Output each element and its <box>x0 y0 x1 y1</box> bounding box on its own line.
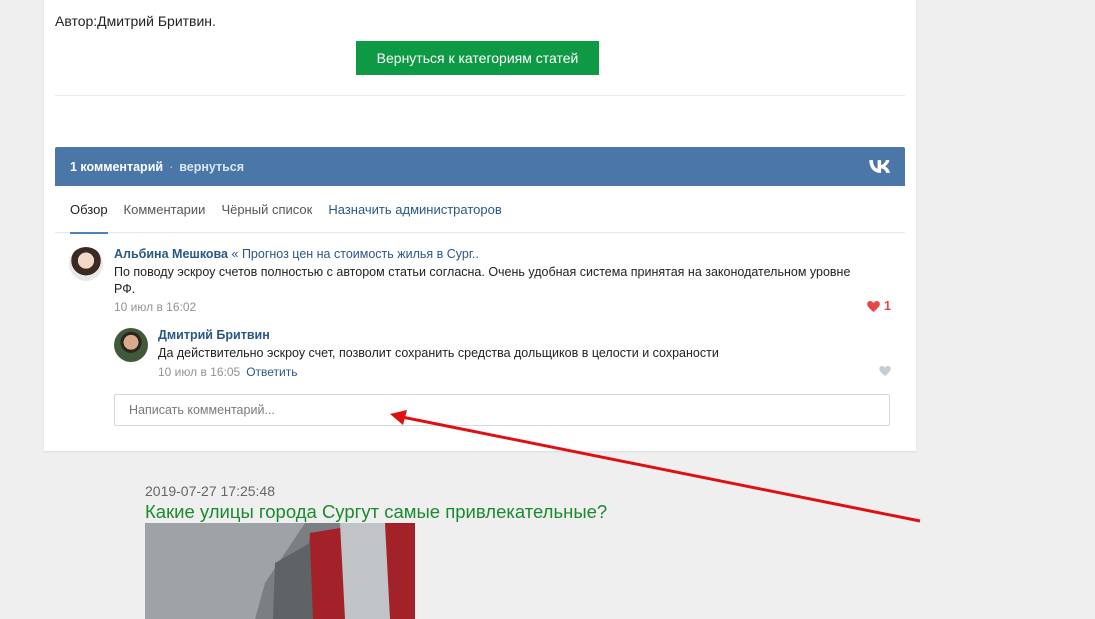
tab-assign-admins[interactable]: Назначить администраторов <box>328 186 501 233</box>
like-button[interactable] <box>879 366 891 376</box>
post-image[interactable] <box>145 523 415 619</box>
avatar[interactable] <box>69 247 103 281</box>
divider <box>55 95 905 96</box>
like-count: 1 <box>884 299 891 313</box>
comments-tabs: Обзор Комментарии Чёрный список Назначит… <box>55 186 905 234</box>
post-date: 2019-07-27 17:25:48 <box>145 483 275 499</box>
return-link[interactable]: вернуться <box>179 160 244 174</box>
reply-author-link[interactable]: Дмитрий Бритвин <box>158 328 270 342</box>
reply-text: Да действительно эскроу счет, позволит с… <box>158 346 719 360</box>
comment-time[interactable]: 10 июл в 16:02 <box>114 300 196 314</box>
tab-comments[interactable]: Комментарии <box>124 186 206 233</box>
article-author: Автор:Дмитрий Бритвин. <box>55 13 216 29</box>
tab-blacklist[interactable]: Чёрный список <box>221 186 312 233</box>
avatar[interactable] <box>114 328 148 362</box>
heart-icon <box>879 366 891 376</box>
like-button[interactable]: 1 <box>867 299 891 313</box>
comment-header: Альбина Мешкова « Прогноз цен на стоимос… <box>114 247 479 261</box>
comment-topic-link[interactable]: Прогноз цен на стоимость жилья в Сург.. <box>242 247 479 261</box>
vk-logo-icon[interactable] <box>869 158 891 175</box>
tab-overview[interactable]: Обзор <box>70 186 108 234</box>
reply-time[interactable]: 10 июл в 16:05 <box>158 365 240 379</box>
comment-input[interactable] <box>114 394 890 426</box>
comment-text: По поводу эскроу счетов полностью с авто… <box>114 265 851 296</box>
back-to-categories-button[interactable]: Вернуться к категориям статей <box>356 41 599 75</box>
heart-icon <box>867 300 880 312</box>
comment-author-link[interactable]: Альбина Мешкова <box>114 247 228 261</box>
reply-meta: 10 июл в 16:05 Ответить <box>158 365 298 379</box>
reply-button[interactable]: Ответить <box>246 365 297 379</box>
quote-mark: « <box>231 247 239 261</box>
building-image <box>145 523 415 619</box>
post-title-link[interactable]: Какие улицы города Сургут самые привлека… <box>145 501 607 523</box>
header-dot: · <box>169 159 174 174</box>
comment-count: 1 комментарий <box>70 159 164 174</box>
vk-comments-header: 1 комментарий · вернуться <box>55 147 905 186</box>
